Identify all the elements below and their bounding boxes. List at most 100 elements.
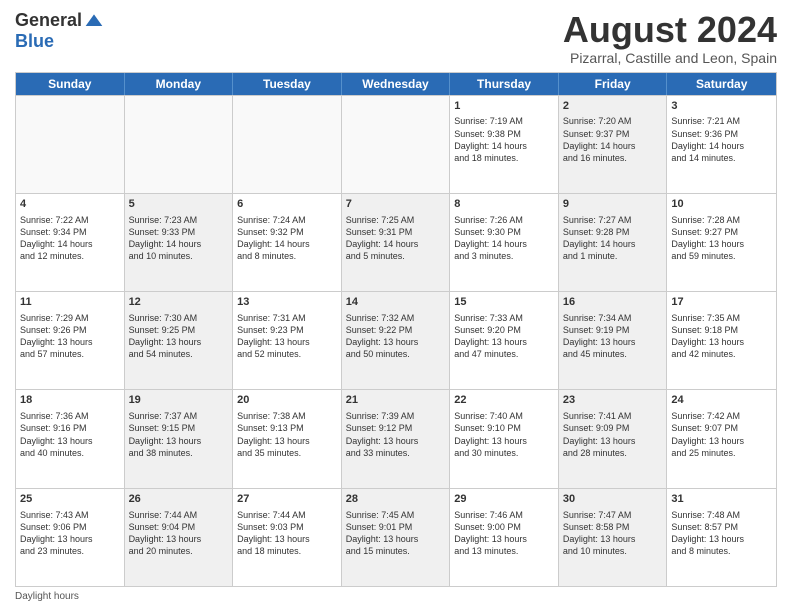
- day-info: Sunrise: 7:23 AM Sunset: 9:33 PM Dayligh…: [129, 214, 229, 263]
- day-info: Sunrise: 7:47 AM Sunset: 8:58 PM Dayligh…: [563, 509, 663, 558]
- header-day-monday: Monday: [125, 73, 234, 95]
- calendar-cell: 24 Sunrise: 7:42 AM Sunset: 9:07 PM Dayli…: [667, 390, 776, 487]
- calendar: SundayMondayTuesdayWednesdayThursdayFrid…: [15, 72, 777, 587]
- footer-note: Daylight hours: [15, 591, 777, 602]
- calendar-cell: 22Sunrise: 7:40 AM Sunset: 9:10 PM Dayli…: [450, 390, 559, 487]
- header-day-wednesday: Wednesday: [342, 73, 451, 95]
- day-number: 19: [129, 393, 229, 408]
- header-day-thursday: Thursday: [450, 73, 559, 95]
- day-info: Sunrise: 7:30 AM Sunset: 9:25 PM Dayligh…: [129, 312, 229, 361]
- day-number: 15: [454, 295, 554, 310]
- calendar-cell: 13 Sunrise: 7:31 AM Sunset: 9:23 PM Dayli…: [233, 292, 342, 389]
- day-info: Sunrise: 7:41 AM Sunset: 9:09 PM Dayligh…: [563, 410, 663, 459]
- header-day-friday: Friday: [559, 73, 668, 95]
- calendar-cell: 18Sunrise: 7:36 AM Sunset: 9:16 PM Dayli…: [16, 390, 125, 487]
- calendar-cell: 16Sunrise: 7:34 AM Sunset: 9:19 PM Dayli…: [559, 292, 668, 389]
- day-info: Sunrise: 7:39 AM Sunset: 9:12 PM Dayligh…: [346, 410, 446, 459]
- day-number: 12: [129, 295, 229, 310]
- title-block: August 2024 Pizarral, Castille and Leon,…: [563, 10, 777, 66]
- day-info: Sunrise: 7:31 AM Sunset: 9:23 PM Dayligh…: [237, 312, 337, 361]
- logo: General Blue: [15, 10, 104, 52]
- month-title: August 2024: [563, 10, 777, 50]
- calendar-cell: 8 Sunrise: 7:26 AM Sunset: 9:30 PM Daylig…: [450, 194, 559, 291]
- day-number: 8: [454, 197, 554, 212]
- calendar-cell: [125, 96, 234, 193]
- logo-blue: Blue: [15, 31, 54, 52]
- calendar-row-0: 1Sunrise: 7:19 AM Sunset: 9:38 PM Daylig…: [16, 95, 776, 193]
- day-info: Sunrise: 7:24 AM Sunset: 9:32 PM Dayligh…: [237, 214, 337, 263]
- header-day-sunday: Sunday: [16, 73, 125, 95]
- calendar-cell: [342, 96, 451, 193]
- day-info: Sunrise: 7:20 AM Sunset: 9:37 PM Dayligh…: [563, 115, 663, 164]
- day-number: 24: [671, 393, 772, 408]
- day-number: 18: [20, 393, 120, 408]
- day-number: 23: [563, 393, 663, 408]
- header-day-tuesday: Tuesday: [233, 73, 342, 95]
- day-number: 21: [346, 393, 446, 408]
- day-info: Sunrise: 7:26 AM Sunset: 9:30 PM Dayligh…: [454, 214, 554, 263]
- day-info: Sunrise: 7:27 AM Sunset: 9:28 PM Dayligh…: [563, 214, 663, 263]
- day-number: 2: [563, 99, 663, 114]
- day-info: Sunrise: 7:40 AM Sunset: 9:10 PM Dayligh…: [454, 410, 554, 459]
- day-number: 16: [563, 295, 663, 310]
- day-info: Sunrise: 7:44 AM Sunset: 9:03 PM Dayligh…: [237, 509, 337, 558]
- day-number: 31: [671, 492, 772, 507]
- calendar-cell: 26 Sunrise: 7:44 AM Sunset: 9:04 PM Dayli…: [125, 489, 234, 586]
- day-number: 1: [454, 99, 554, 114]
- calendar-cell: 19Sunrise: 7:37 AM Sunset: 9:15 PM Dayli…: [125, 390, 234, 487]
- calendar-cell: 21 Sunrise: 7:39 AM Sunset: 9:12 PM Dayli…: [342, 390, 451, 487]
- calendar-cell: 31 Sunrise: 7:48 AM Sunset: 8:57 PM Dayli…: [667, 489, 776, 586]
- calendar-row-2: 11 Sunrise: 7:29 AM Sunset: 9:26 PM Dayli…: [16, 291, 776, 389]
- day-info: Sunrise: 7:25 AM Sunset: 9:31 PM Dayligh…: [346, 214, 446, 263]
- calendar-cell: 10 Sunrise: 7:28 AM Sunset: 9:27 PM Dayli…: [667, 194, 776, 291]
- day-number: 11: [20, 295, 120, 310]
- calendar-cell: 17 Sunrise: 7:35 AM Sunset: 9:18 PM Dayli…: [667, 292, 776, 389]
- day-info: Sunrise: 7:44 AM Sunset: 9:04 PM Dayligh…: [129, 509, 229, 558]
- day-number: 4: [20, 197, 120, 212]
- day-info: Sunrise: 7:33 AM Sunset: 9:20 PM Dayligh…: [454, 312, 554, 361]
- day-number: 10: [671, 197, 772, 212]
- day-info: Sunrise: 7:28 AM Sunset: 9:27 PM Dayligh…: [671, 214, 772, 263]
- page: General Blue August 2024 Pizarral, Casti…: [0, 0, 792, 612]
- calendar-cell: 3Sunrise: 7:21 AM Sunset: 9:36 PM Daylig…: [667, 96, 776, 193]
- day-info: Sunrise: 7:22 AM Sunset: 9:34 PM Dayligh…: [20, 214, 120, 263]
- logo-icon: [84, 11, 104, 31]
- day-info: Sunrise: 7:29 AM Sunset: 9:26 PM Dayligh…: [20, 312, 120, 361]
- day-number: 7: [346, 197, 446, 212]
- day-number: 27: [237, 492, 337, 507]
- calendar-cell: 11 Sunrise: 7:29 AM Sunset: 9:26 PM Dayli…: [16, 292, 125, 389]
- day-info: Sunrise: 7:19 AM Sunset: 9:38 PM Dayligh…: [454, 115, 554, 164]
- day-info: Sunrise: 7:38 AM Sunset: 9:13 PM Dayligh…: [237, 410, 337, 459]
- calendar-cell: 15 Sunrise: 7:33 AM Sunset: 9:20 PM Dayli…: [450, 292, 559, 389]
- day-info: Sunrise: 7:32 AM Sunset: 9:22 PM Dayligh…: [346, 312, 446, 361]
- calendar-row-1: 4 Sunrise: 7:22 AM Sunset: 9:34 PM Daylig…: [16, 193, 776, 291]
- day-number: 14: [346, 295, 446, 310]
- day-info: Sunrise: 7:46 AM Sunset: 9:00 PM Dayligh…: [454, 509, 554, 558]
- logo-general: General: [15, 10, 82, 31]
- day-number: 25: [20, 492, 120, 507]
- calendar-cell: 27 Sunrise: 7:44 AM Sunset: 9:03 PM Dayli…: [233, 489, 342, 586]
- header: General Blue August 2024 Pizarral, Casti…: [15, 10, 777, 66]
- day-info: Sunrise: 7:42 AM Sunset: 9:07 PM Dayligh…: [671, 410, 772, 459]
- day-number: 5: [129, 197, 229, 212]
- day-number: 29: [454, 492, 554, 507]
- day-info: Sunrise: 7:48 AM Sunset: 8:57 PM Dayligh…: [671, 509, 772, 558]
- calendar-cell: 28Sunrise: 7:45 AM Sunset: 9:01 PM Dayli…: [342, 489, 451, 586]
- calendar-cell: 20Sunrise: 7:38 AM Sunset: 9:13 PM Dayli…: [233, 390, 342, 487]
- calendar-cell: 25 Sunrise: 7:43 AM Sunset: 9:06 PM Dayli…: [16, 489, 125, 586]
- day-number: 26: [129, 492, 229, 507]
- day-number: 13: [237, 295, 337, 310]
- day-info: Sunrise: 7:35 AM Sunset: 9:18 PM Dayligh…: [671, 312, 772, 361]
- day-number: 17: [671, 295, 772, 310]
- calendar-cell: 5 Sunrise: 7:23 AM Sunset: 9:33 PM Daylig…: [125, 194, 234, 291]
- day-number: 30: [563, 492, 663, 507]
- calendar-cell: 6Sunrise: 7:24 AM Sunset: 9:32 PM Daylig…: [233, 194, 342, 291]
- subtitle: Pizarral, Castille and Leon, Spain: [563, 50, 777, 66]
- calendar-cell: 29 Sunrise: 7:46 AM Sunset: 9:00 PM Dayli…: [450, 489, 559, 586]
- day-info: Sunrise: 7:43 AM Sunset: 9:06 PM Dayligh…: [20, 509, 120, 558]
- calendar-cell: 2Sunrise: 7:20 AM Sunset: 9:37 PM Daylig…: [559, 96, 668, 193]
- calendar-header: SundayMondayTuesdayWednesdayThursdayFrid…: [16, 73, 776, 95]
- calendar-body: 1Sunrise: 7:19 AM Sunset: 9:38 PM Daylig…: [16, 95, 776, 586]
- calendar-cell: 23 Sunrise: 7:41 AM Sunset: 9:09 PM Dayli…: [559, 390, 668, 487]
- day-number: 9: [563, 197, 663, 212]
